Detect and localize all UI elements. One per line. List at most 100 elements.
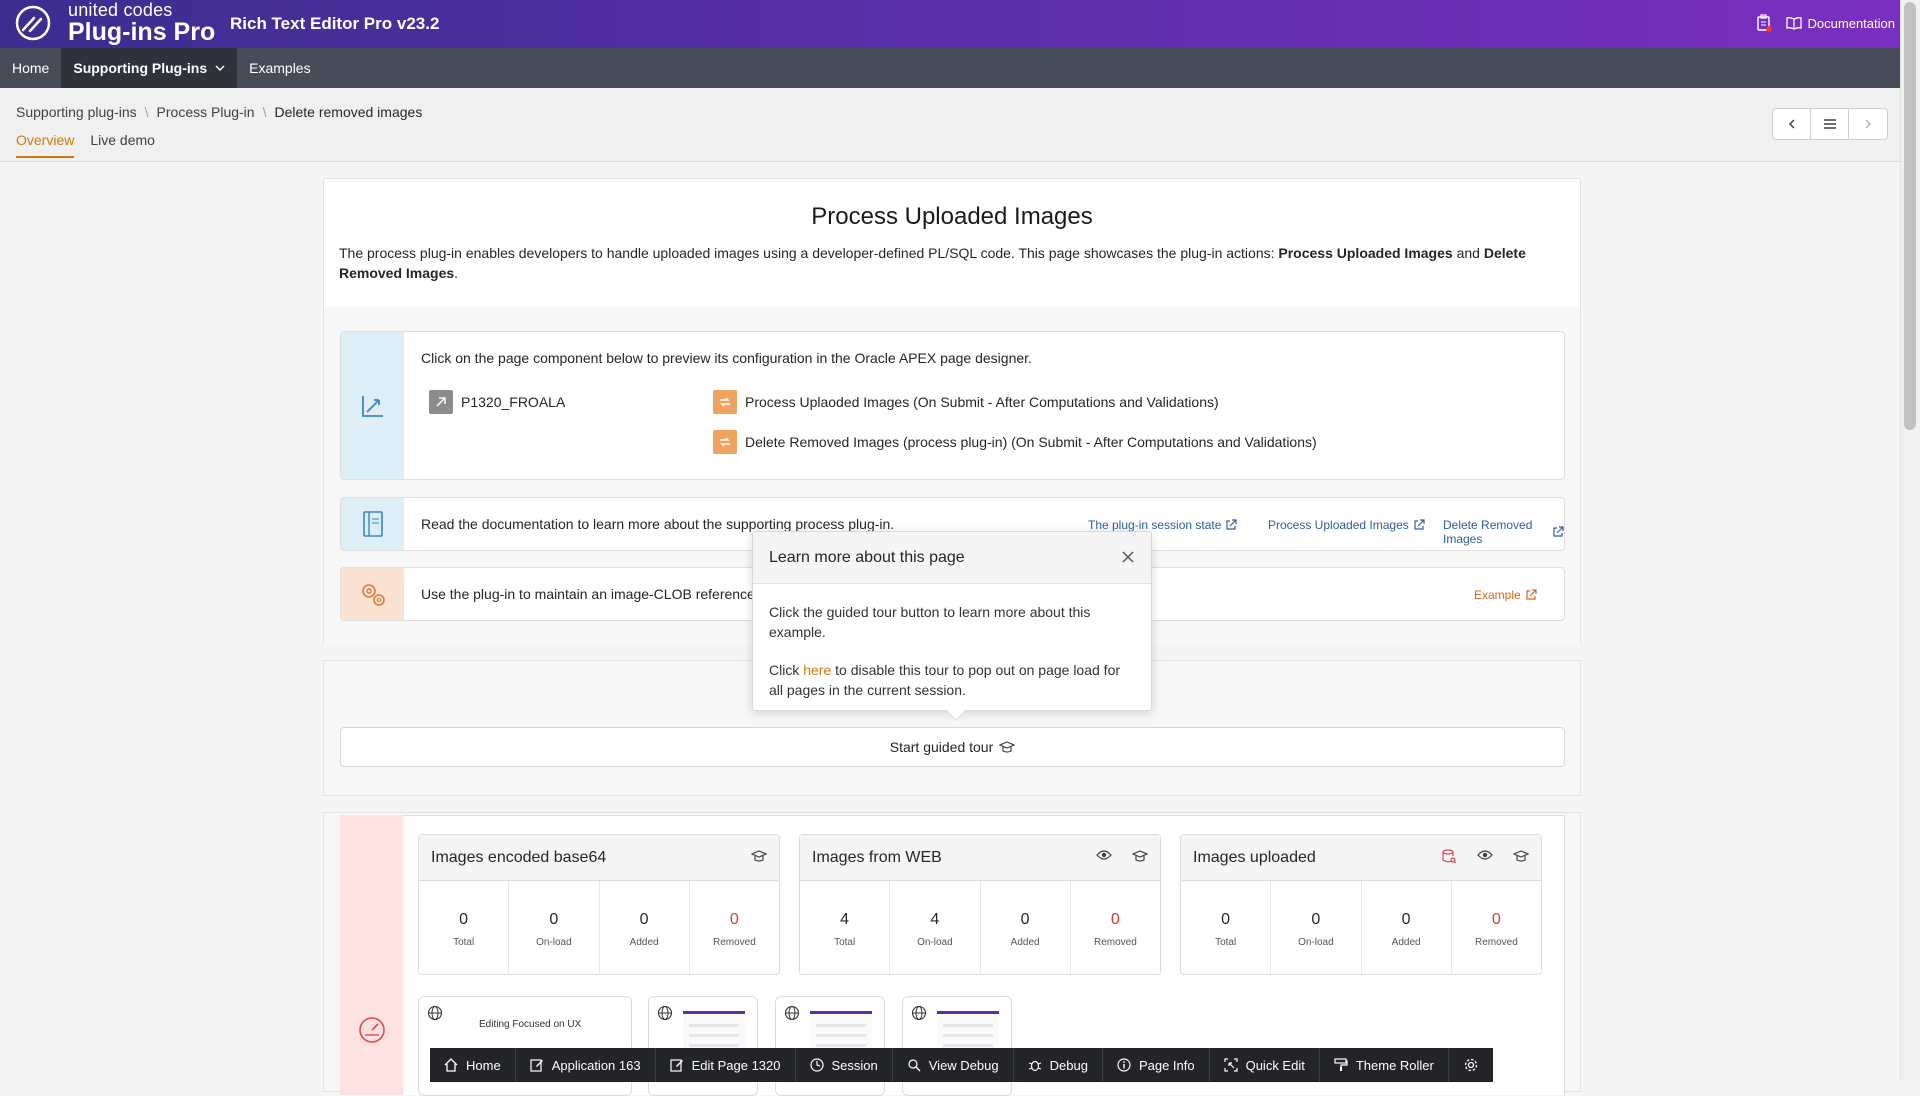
dev-home-button[interactable]: Home (430, 1048, 516, 1082)
breadcrumb-item-supporting-plugins[interactable]: Supporting plug-ins (16, 104, 137, 120)
disable-tour-link[interactable]: here (803, 662, 831, 678)
dev-settings-button[interactable] (1449, 1048, 1493, 1082)
tab-overview[interactable]: Overview (16, 132, 75, 158)
dev-application-button[interactable]: Application 163 (516, 1048, 656, 1082)
dev-edit-page-label: Edit Page 1320 (691, 1057, 781, 1073)
card-icon-band (341, 568, 404, 620)
component-item-froala[interactable]: P1320_FROALA (429, 390, 565, 414)
stat-label: Added (1391, 937, 1421, 948)
link-delete-removed-images[interactable]: Delete Removed Images (1443, 518, 1564, 546)
external-link-icon (1525, 589, 1537, 601)
breadcrumb-item-process-plugin[interactable]: Process Plug-in (157, 104, 255, 120)
clipboard-alert-icon[interactable] (1756, 14, 1772, 32)
clock-icon (809, 1058, 824, 1072)
edit-icon (669, 1058, 684, 1072)
component-process-delete-label: Delete Removed Images (process plug-in) … (745, 434, 1317, 450)
page-list-button[interactable] (1811, 109, 1849, 139)
process-icon (713, 390, 737, 414)
external-link-icon (1225, 519, 1238, 531)
stat-value: 0 (549, 911, 559, 928)
card-icon-band (341, 498, 404, 550)
page-scrollbar[interactable] (1900, 0, 1920, 1080)
stat-label: On-load (536, 937, 572, 948)
stat-label: Added (629, 937, 659, 948)
eye-icon[interactable] (1096, 849, 1112, 863)
link-example[interactable]: Example (1474, 588, 1537, 602)
stat-label: Total (453, 937, 475, 948)
dev-quick-edit-label: Quick Edit (1245, 1057, 1305, 1073)
logo-icon[interactable] (14, 4, 52, 42)
app-title: Rich Text Editor Pro v23.2 (230, 14, 440, 33)
stat-label: Removed (1474, 937, 1518, 948)
dev-debug-button[interactable]: Debug (1014, 1048, 1103, 1082)
stats-icon-band (340, 815, 403, 1095)
plugin-icon (429, 390, 453, 414)
stat-value: 0 (1491, 911, 1501, 928)
learn-more-popup: Learn more about this page Click the gui… (752, 531, 1152, 721)
component-item-label: P1320_FROALA (461, 394, 566, 410)
card1-text: Click on the page component below to pre… (421, 350, 1032, 366)
link-delete-removed-images-label: Delete Removed Images (1443, 518, 1533, 546)
graduation-cap-icon[interactable] (1132, 849, 1148, 863)
dev-view-debug-label: View Debug (928, 1057, 999, 1073)
nav-examples[interactable]: Examples (237, 48, 322, 88)
graduation-cap-icon[interactable] (1513, 849, 1529, 865)
logo-big-text: Plug-ins Pro (68, 18, 216, 46)
stat-value: 0 (1311, 911, 1321, 928)
stat-cell-removed: 0 Removed (1071, 881, 1160, 975)
card-icon-band (341, 332, 404, 479)
graduation-cap-icon (999, 740, 1016, 754)
dev-edit-page-button[interactable]: Edit Page 1320 (656, 1048, 796, 1082)
dev-session-button[interactable]: Session (796, 1048, 893, 1082)
nav-examples-label: Examples (249, 60, 311, 76)
breadcrumb: Supporting plug-ins \ Process Plug-in \ … (16, 104, 422, 120)
nav-home-label: Home (12, 60, 50, 76)
nav-home[interactable]: Home (0, 48, 61, 88)
eye-icon[interactable] (1477, 849, 1493, 865)
link-process-uploaded-images-label: Process Uploaded Images (1268, 518, 1409, 532)
graduation-cap-icon[interactable] (751, 849, 767, 863)
database-search-icon[interactable] (1441, 849, 1457, 865)
link-process-uploaded-images[interactable]: Process Uploaded Images (1268, 518, 1425, 532)
stat-card-uploaded: Images uploaded 0 Total 0 On-load 0 Added 0… (1180, 834, 1542, 975)
globe-icon (427, 1005, 443, 1021)
stat-cell-added: 0 Added (1362, 881, 1452, 975)
link-session-state[interactable]: The plug-in session state (1088, 518, 1238, 532)
stat-cell-onload: 0 On-load (1271, 881, 1362, 975)
logo-small-text: united codes (68, 0, 173, 20)
globe-icon (657, 1005, 673, 1021)
documentation-link[interactable]: Documentation (1785, 16, 1895, 31)
stat-cell-total: 0 Total (1181, 881, 1272, 975)
breadcrumb-region: Supporting plug-ins \ Process Plug-in \ … (0, 88, 1900, 162)
tab-live-demo[interactable]: Live demo (90, 132, 155, 158)
stat-card-title: Images encoded base64 (431, 848, 607, 866)
tour-button-label: Start guided tour (889, 739, 994, 755)
dev-theme-roller-label: Theme Roller (1355, 1057, 1434, 1073)
scrollbar-thumb[interactable] (1904, 2, 1916, 430)
dev-view-debug-button[interactable]: View Debug (893, 1048, 1014, 1082)
dev-theme-roller-button[interactable]: Theme Roller (1320, 1048, 1449, 1082)
stat-value: 0 (729, 911, 739, 928)
stat-label: Total (834, 937, 856, 948)
popup-text-2: Click here to disable this tour to pop o… (769, 660, 1135, 700)
dev-page-info-button[interactable]: Page Info (1103, 1048, 1210, 1082)
stat-value: 0 (1020, 911, 1030, 928)
stat-card-title: Images from WEB (812, 848, 942, 866)
nav-supporting-plugins[interactable]: Supporting Plug-ins (61, 48, 238, 88)
next-page-button[interactable] (1849, 109, 1887, 139)
link-session-state-label: The plug-in session state (1088, 518, 1222, 532)
chevron-left-icon (1788, 119, 1795, 129)
component-process-delete[interactable]: Delete Removed Images (process plug-in) … (713, 430, 1317, 454)
app-header: united codes Plug-ins Pro Rich Text Edit… (0, 0, 1920, 48)
component-process-upload[interactable]: Process Uplaoded Images (On Submit - Aft… (713, 390, 1219, 414)
popup-title: Learn more about this page (769, 548, 965, 566)
main-nav: Home Supporting Plug-ins Examples (0, 48, 1920, 88)
dev-quick-edit-button[interactable]: Quick Edit (1210, 1048, 1320, 1082)
close-icon[interactable] (1121, 550, 1135, 564)
notebook-icon (361, 510, 385, 538)
external-link-icon (1552, 526, 1564, 538)
prev-page-button[interactable] (1773, 109, 1811, 139)
logo-text[interactable]: united codes Plug-ins Pro (68, 1, 215, 45)
stat-value: 0 (1221, 911, 1231, 928)
designer-icon (359, 392, 387, 420)
